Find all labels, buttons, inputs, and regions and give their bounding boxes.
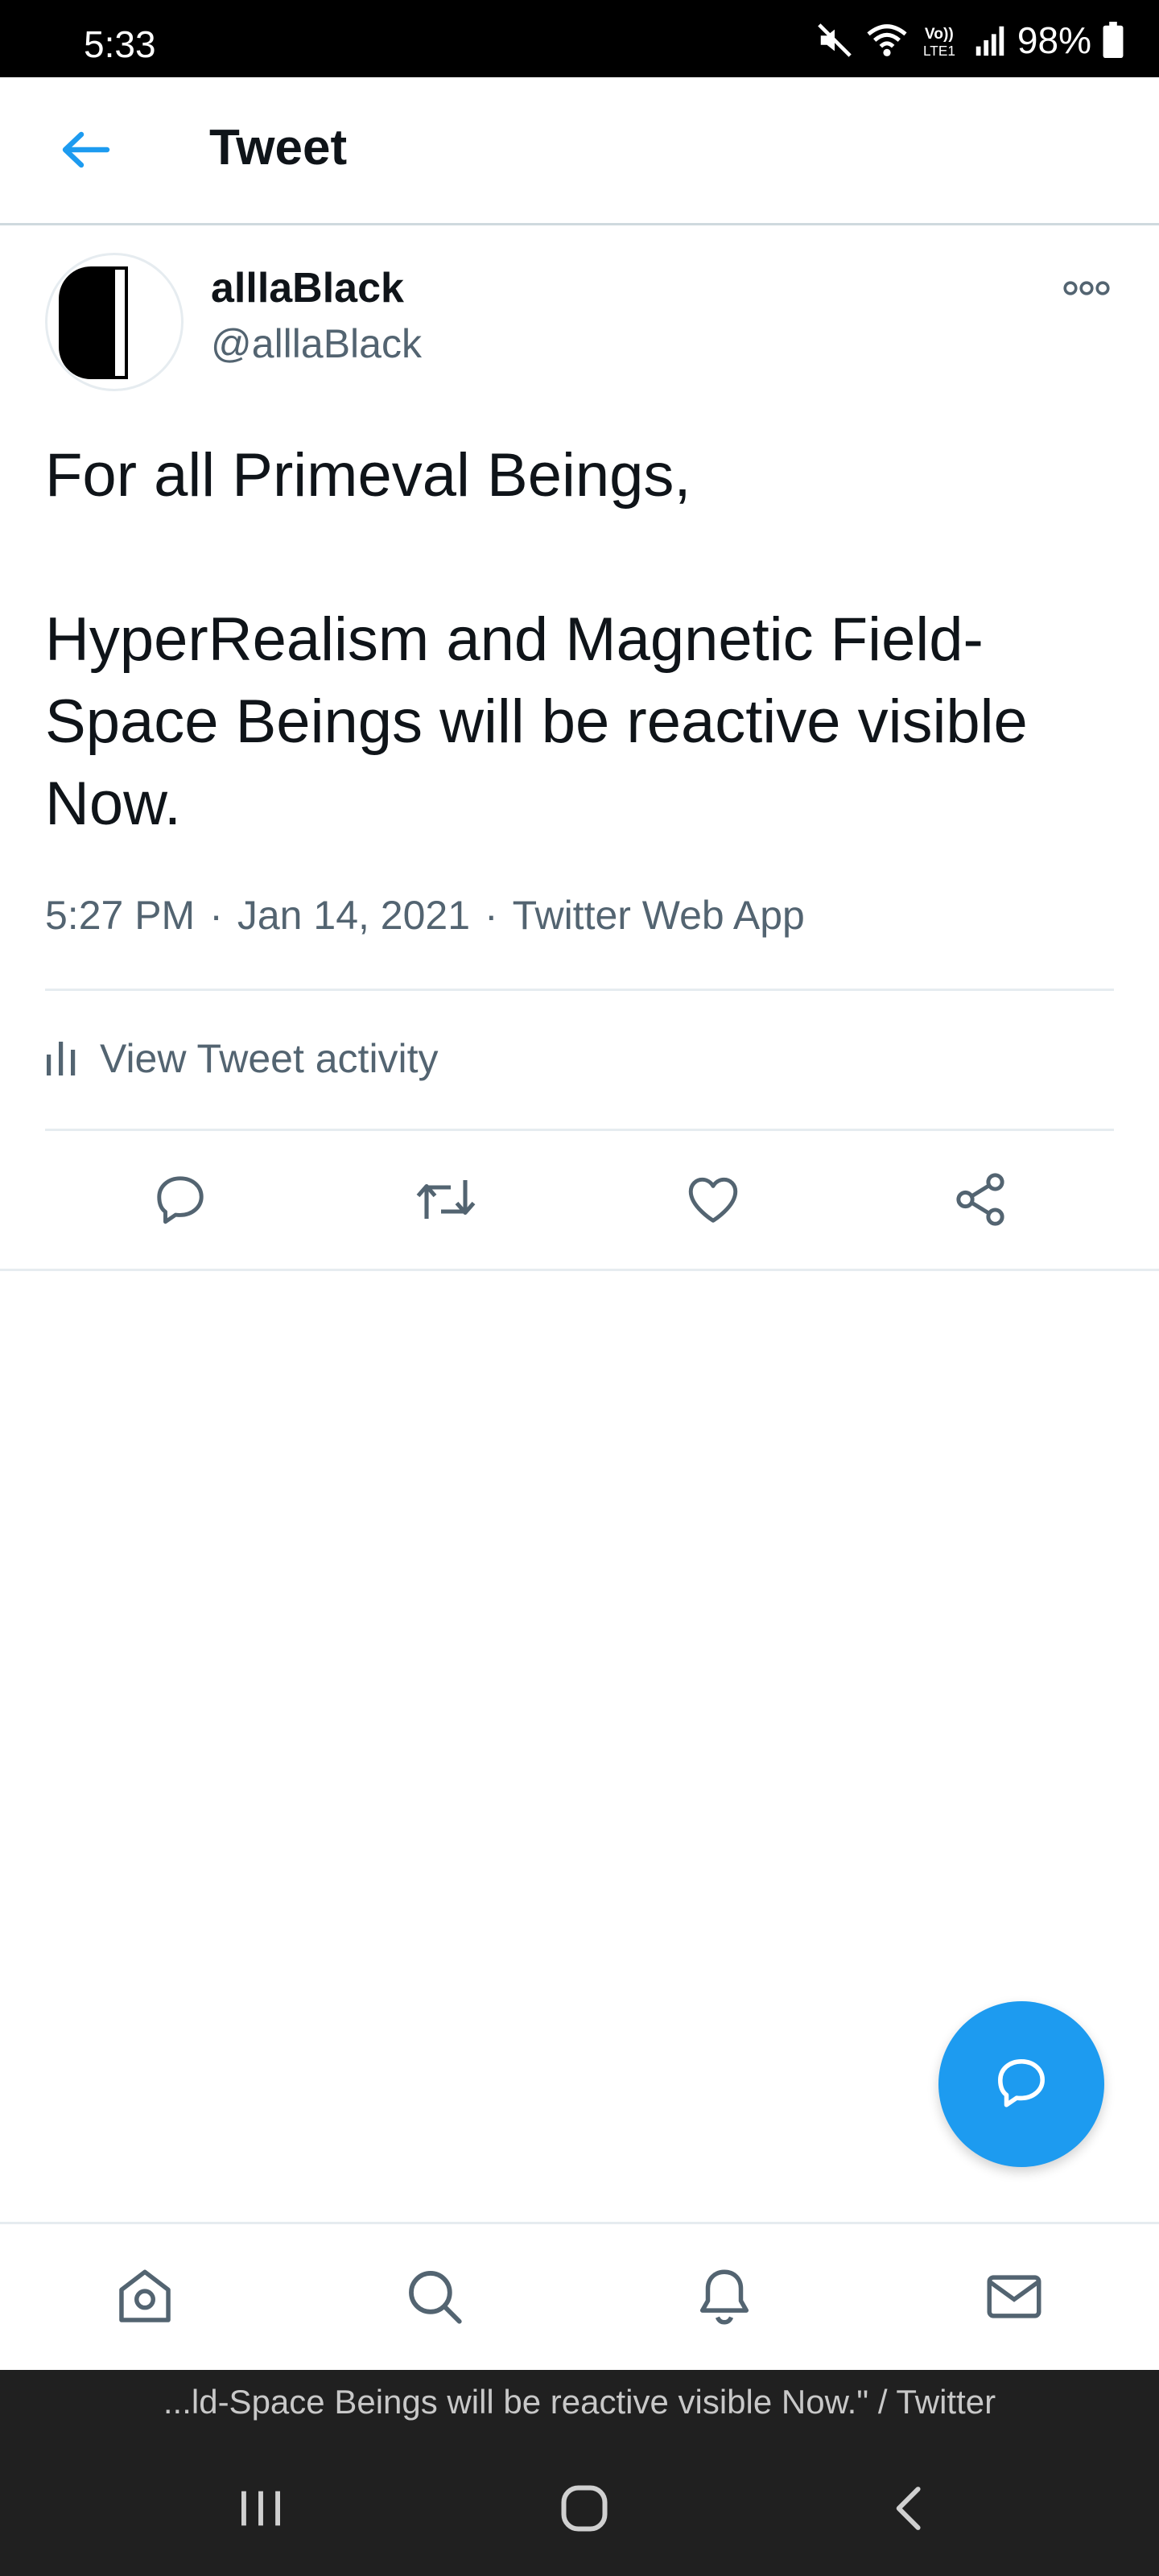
tweet-source[interactable]: Twitter Web App	[513, 892, 805, 939]
divider	[0, 1269, 1159, 1271]
browser-title-bar: ...ld-Space Beings will be reactive visi…	[0, 2370, 1159, 2434]
view-tweet-activity-button[interactable]: View Tweet activity	[45, 1022, 439, 1095]
messages-icon	[981, 2264, 1047, 2334]
like-button[interactable]	[671, 1159, 755, 1243]
divider	[45, 989, 1114, 991]
battery-percent: 98%	[1017, 19, 1091, 61]
tweet-line: HyperRealism and Magnetic Field-Space Be…	[45, 605, 1028, 838]
volte-icon: Vo)) LTE1	[921, 22, 963, 59]
status-icons: Vo)) LTE1 98%	[816, 18, 1124, 63]
tweet-time: 5:27 PM	[45, 893, 196, 938]
tweet-date: Jan 14, 2021	[237, 893, 471, 938]
svg-text:Vo)): Vo))	[925, 26, 954, 43]
retweet-button[interactable]	[404, 1159, 488, 1243]
back-button[interactable]	[53, 119, 118, 184]
reply-button[interactable]	[138, 1159, 222, 1243]
wifi-icon	[864, 22, 909, 59]
retweet-icon	[415, 1170, 477, 1233]
author-handle[interactable]: @alllaBlack	[211, 320, 422, 367]
search-icon	[402, 2264, 468, 2334]
avatar[interactable]	[45, 253, 184, 391]
like-icon	[683, 1170, 743, 1233]
reply-fab[interactable]	[938, 2001, 1104, 2167]
page-title: Tweet	[209, 120, 348, 175]
tweet-line	[45, 517, 1124, 599]
top-app-bar: Tweet	[0, 77, 1159, 225]
view-tweet-activity-label: View Tweet activity	[100, 1036, 439, 1081]
bottom-navigation	[0, 2222, 1159, 2370]
status-bar: 5:33 Vo)) LTE1 98%	[0, 0, 1159, 77]
recent-apps-icon	[235, 2483, 287, 2538]
share-icon	[951, 1170, 1010, 1233]
meta-separator: ·	[209, 893, 223, 938]
tweet-actions	[0, 1130, 1159, 1272]
svg-text:LTE1: LTE1	[923, 43, 955, 59]
recent-apps-button[interactable]	[212, 2470, 309, 2550]
status-time: 5:33	[84, 23, 156, 65]
tweet-line: For all Primeval Beings,	[45, 441, 691, 510]
arrow-left-icon	[60, 130, 110, 174]
tweet-meta: 5:27 PM · Jan 14, 2021 · Twitter Web App	[45, 892, 805, 939]
chevron-left-icon	[884, 2483, 935, 2538]
signal-icon	[974, 22, 1006, 59]
reply-icon	[992, 2053, 1051, 2116]
back-system-button[interactable]	[861, 2470, 958, 2550]
nav-notifications[interactable]	[684, 2258, 765, 2339]
bar-chart-icon	[45, 1037, 77, 1081]
nav-messages[interactable]	[974, 2258, 1054, 2339]
more-horizontal-icon	[1062, 280, 1111, 300]
share-button[interactable]	[938, 1159, 1022, 1243]
meta-separator: ·	[485, 893, 498, 938]
mute-icon	[816, 22, 853, 59]
notifications-icon	[691, 2264, 757, 2334]
home-icon	[112, 2264, 178, 2334]
author-display-name[interactable]: alllaBlack	[211, 264, 404, 312]
nav-search[interactable]	[394, 2258, 475, 2339]
more-options-button[interactable]	[1061, 274, 1112, 306]
tweet-text: For all Primeval Beings, HyperRealism an…	[45, 435, 1124, 845]
reply-icon	[151, 1170, 210, 1233]
battery-icon	[1103, 22, 1124, 59]
home-system-button[interactable]	[536, 2470, 633, 2550]
home-circle-icon	[555, 2479, 613, 2541]
nav-home[interactable]	[105, 2258, 185, 2339]
system-nav-bar	[0, 2434, 1159, 2576]
